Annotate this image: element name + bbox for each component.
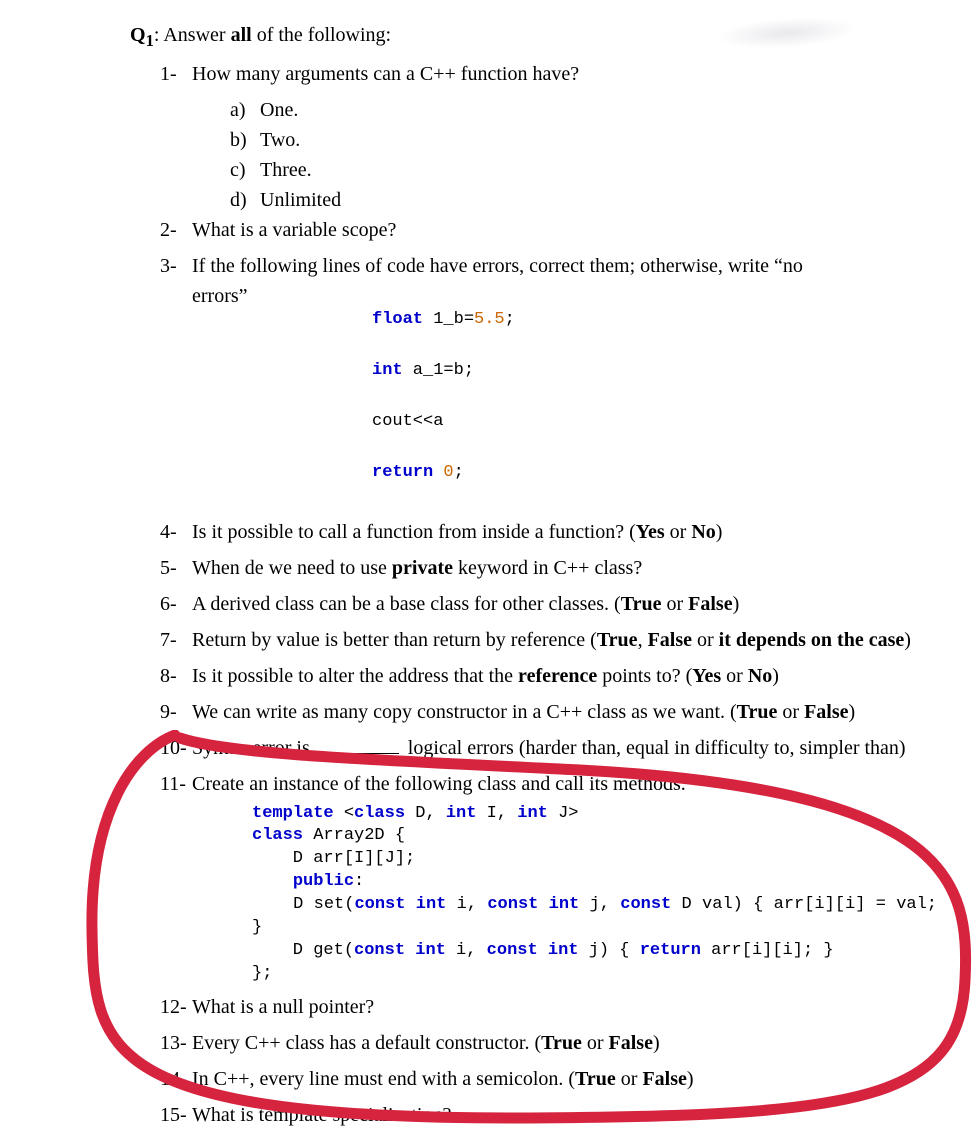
- opt-b: Two.: [260, 125, 300, 155]
- question-4: 4- Is it possible to call a function fro…: [160, 517, 937, 547]
- q7-num: 7-: [160, 625, 192, 655]
- q-bold-all: all: [231, 24, 252, 46]
- question-6: 6- A derived class can be a base class f…: [160, 589, 937, 619]
- q3-errors-word: errors”: [192, 281, 372, 311]
- q11-num: 11-: [160, 769, 192, 987]
- opt-a-lbl: a): [230, 95, 260, 125]
- question-10: 10- Syntax error is logical errors (hard…: [160, 733, 937, 763]
- q14-num: 14-: [160, 1064, 192, 1094]
- question-12: 12- What is a null pointer?: [160, 992, 937, 1022]
- q3-lead: If the following lines of code have erro…: [192, 251, 937, 281]
- q11-code: template <class D, int I, int J> class A…: [252, 803, 937, 987]
- q10-num: 10-: [160, 733, 192, 763]
- q2-text: What is a variable scope?: [192, 215, 937, 245]
- q9-num: 9-: [160, 697, 192, 727]
- q13-num: 13-: [160, 1028, 192, 1058]
- q3-code: float 1_b=5.5; int a_1=b; cout<<a return…: [372, 281, 515, 511]
- question-15: 15- What is template specialization?: [160, 1100, 937, 1130]
- question-11: 11- Create an instance of the following …: [160, 769, 937, 987]
- question-8: 8- Is it possible to alter the address t…: [160, 661, 937, 691]
- opt-c: Three.: [260, 155, 312, 185]
- q15-num: 15-: [160, 1100, 192, 1130]
- q-prefix: Q: [130, 24, 146, 46]
- question-9: 9- We can write as many copy constructor…: [160, 697, 937, 727]
- q-after: : Answer: [154, 24, 231, 46]
- q4-num: 4-: [160, 517, 192, 547]
- opt-b-lbl: b): [230, 125, 260, 155]
- q11-text: Create an instance of the following clas…: [192, 769, 937, 799]
- blank-line: [319, 753, 399, 754]
- q6-num: 6-: [160, 589, 192, 619]
- q15-text: What is template specialization?: [192, 1100, 937, 1130]
- q-rest: of the following:: [252, 24, 391, 46]
- q1-options: a)One. b)Two. c)Three. d)Unlimited: [230, 95, 937, 215]
- opt-a: One.: [260, 95, 298, 125]
- q2-num: 2-: [160, 215, 192, 245]
- question-1: 1- How many arguments can a C++ function…: [160, 59, 937, 89]
- question-2: 2- What is a variable scope?: [160, 215, 937, 245]
- q1-num: 1-: [160, 59, 192, 89]
- question-5: 5- When de we need to use private keywor…: [160, 553, 937, 583]
- question-3: 3- If the following lines of code have e…: [160, 251, 937, 511]
- opt-c-lbl: c): [230, 155, 260, 185]
- q12-text: What is a null pointer?: [192, 992, 937, 1022]
- q12-num: 12-: [160, 992, 192, 1022]
- opt-d-lbl: d): [230, 185, 260, 215]
- q-sub: 1: [146, 31, 154, 50]
- question-14: 14- In C++, every line must end with a s…: [160, 1064, 937, 1094]
- question-7: 7- Return by value is better than return…: [160, 625, 937, 655]
- q8-num: 8-: [160, 661, 192, 691]
- q3-num: 3-: [160, 251, 192, 511]
- q5-num: 5-: [160, 553, 192, 583]
- question-13: 13- Every C++ class has a default constr…: [160, 1028, 937, 1058]
- opt-d: Unlimited: [260, 185, 341, 215]
- q1-text: How many arguments can a C++ function ha…: [192, 59, 937, 89]
- exam-page: Q1: Answer all of the following: 1- How …: [0, 0, 977, 1130]
